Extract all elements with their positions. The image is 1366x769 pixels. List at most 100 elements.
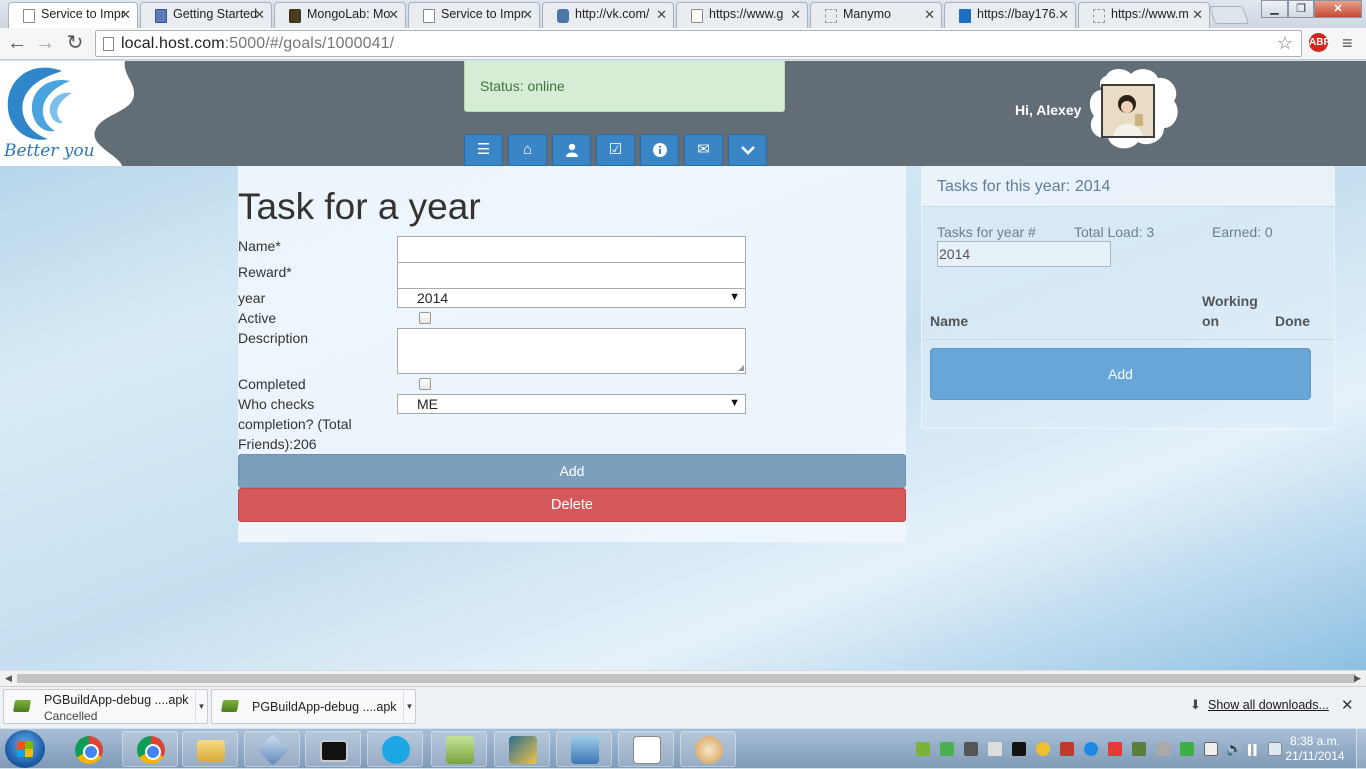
forward-icon[interactable]: →: [33, 32, 57, 56]
year-select[interactable]: 2014 ▼: [397, 288, 746, 308]
name-label: Name*: [238, 238, 281, 254]
chrome-menu-icon[interactable]: ≡: [1342, 34, 1353, 52]
scrollbar-thumb[interactable]: [17, 674, 1356, 683]
tab-close-icon[interactable]: ✕: [1058, 7, 1069, 23]
name-input[interactable]: [397, 236, 746, 263]
clock-time: 8:38 a.m.: [1289, 734, 1341, 748]
browser-tab[interactable]: https://bay176. ✕: [944, 2, 1076, 28]
browser-tab[interactable]: Manymo ✕: [810, 2, 942, 28]
taskbar-app[interactable]: [494, 731, 550, 767]
downloads-shelf: PGBuildApp-debug ....apk Cancelled ▼ PGB…: [0, 686, 1366, 728]
bookmark-star-icon[interactable]: ☆: [1277, 33, 1293, 54]
maximize-button[interactable]: ❐: [1288, 0, 1314, 18]
clock[interactable]: 8:38 a.m. 21/11/2014: [1280, 734, 1350, 764]
browser-tab[interactable]: MongoLab: Mo ✕: [274, 2, 406, 28]
back-icon[interactable]: ←: [5, 32, 29, 56]
taskbar-chrome-active[interactable]: [122, 731, 178, 767]
tab-label: Manymo: [843, 7, 891, 21]
show-all-downloads-link[interactable]: Show all downloads...: [1208, 698, 1329, 712]
taskbar-skype[interactable]: [367, 731, 423, 767]
close-shelf-icon[interactable]: ✕: [1341, 696, 1354, 714]
tab-close-icon[interactable]: ✕: [924, 7, 935, 23]
add-task-button[interactable]: Add: [930, 348, 1311, 400]
chevron-down-icon[interactable]: ▼: [195, 690, 207, 723]
tab-label: Getting Started: [173, 7, 258, 21]
info-icon[interactable]: [640, 134, 679, 166]
taskbar-virtualbox[interactable]: [244, 731, 300, 767]
windows-logo-icon-lower: [17, 749, 33, 757]
close-window-button[interactable]: ✕: [1314, 0, 1362, 18]
tab-close-icon[interactable]: ✕: [656, 7, 667, 23]
start-button[interactable]: [5, 730, 45, 768]
scroll-left-icon[interactable]: ◀: [5, 673, 12, 684]
description-textarea[interactable]: ◢: [397, 328, 746, 374]
resize-grip-icon[interactable]: ◢: [738, 364, 744, 372]
active-checkbox[interactable]: [419, 312, 431, 324]
browser-tab[interactable]: Service to Impr ✕: [408, 2, 540, 28]
tab-close-icon[interactable]: ✕: [522, 7, 533, 23]
tray-icon[interactable]: [1108, 742, 1122, 756]
reward-input[interactable]: [397, 262, 746, 289]
download-item[interactable]: PGBuildApp-debug ....apk ▼: [211, 689, 416, 724]
tray-icon[interactable]: [1156, 742, 1170, 756]
show-desktop-button[interactable]: [1356, 729, 1366, 769]
minimize-button[interactable]: ▁: [1261, 0, 1288, 18]
tray-icon[interactable]: [964, 742, 978, 756]
delete-button[interactable]: Delete: [238, 488, 906, 522]
tab-close-icon[interactable]: ✕: [1192, 7, 1203, 23]
battery-icon[interactable]: [1204, 742, 1218, 756]
tab-close-icon[interactable]: ✕: [120, 7, 131, 23]
reload-icon[interactable]: ↻: [63, 32, 87, 56]
tab-label: MongoLab: Mo: [307, 7, 391, 21]
year-label: year: [238, 290, 266, 306]
avatar[interactable]: [1101, 84, 1155, 138]
logo-text: Better you: [4, 141, 95, 161]
utorrent-icon[interactable]: [940, 742, 954, 756]
taskbar-explorer[interactable]: [182, 731, 238, 767]
browser-tab[interactable]: Getting Started ✕: [140, 2, 272, 28]
completed-checkbox[interactable]: [419, 378, 431, 390]
tray-icon[interactable]: [988, 742, 1002, 756]
list-icon[interactable]: ☰: [464, 134, 503, 166]
browser-tab-active[interactable]: Service to Impr ✕: [8, 2, 138, 28]
taskbar-notepad[interactable]: [431, 731, 487, 767]
tray-icon[interactable]: [1132, 742, 1146, 756]
notification-icon[interactable]: [1036, 742, 1050, 756]
download-item[interactable]: PGBuildApp-debug ....apk Cancelled ▼: [3, 689, 208, 724]
apk-file-icon: [220, 700, 240, 712]
virtualbox-icon: [257, 734, 289, 766]
home-icon[interactable]: ⌂: [508, 134, 547, 166]
scroll-right-icon[interactable]: ▶: [1354, 673, 1361, 684]
address-bar[interactable]: local.host.com:5000/#/goals/1000041/ ☆: [95, 30, 1302, 57]
add-button[interactable]: Add: [238, 454, 906, 488]
tray-icon[interactable]: [1060, 742, 1074, 756]
taskbar-list-app[interactable]: [618, 731, 674, 767]
checker-select[interactable]: ME ▼: [397, 394, 746, 414]
chevron-down-icon[interactable]: [728, 134, 767, 166]
year-input[interactable]: 2014: [937, 241, 1111, 267]
adblock-icon[interactable]: ABP: [1309, 33, 1330, 52]
browser-tab[interactable]: http://vk.com/ ✕: [542, 2, 674, 28]
tray-icon[interactable]: [1012, 742, 1026, 756]
tray-app-icon[interactable]: [916, 742, 930, 756]
taskbar-cmd[interactable]: [305, 731, 361, 767]
chevron-down-icon[interactable]: ▼: [403, 690, 415, 723]
browser-tab[interactable]: https://www.m ✕: [1078, 2, 1210, 28]
taskbar-paint[interactable]: [680, 731, 736, 767]
network-icon[interactable]: [1248, 744, 1262, 756]
browser-tab[interactable]: https://www.g ✕: [676, 2, 808, 28]
tray-icon[interactable]: [1180, 742, 1194, 756]
apk-file-icon: [12, 700, 32, 712]
new-tab-button[interactable]: [1208, 6, 1250, 24]
tab-close-icon[interactable]: ✕: [790, 7, 801, 23]
taskbar-chrome[interactable]: [60, 731, 116, 767]
tab-close-icon[interactable]: ✕: [388, 7, 399, 23]
tab-close-icon[interactable]: ✕: [254, 7, 265, 23]
user-icon[interactable]: [552, 134, 591, 166]
horizontal-scrollbar[interactable]: ◀ ▶: [0, 670, 1366, 686]
mail-icon[interactable]: ✉: [684, 134, 723, 166]
tray-icon[interactable]: [1084, 742, 1098, 756]
volume-icon[interactable]: 🔊: [1226, 742, 1242, 756]
taskbar-remote-desktop[interactable]: [556, 731, 612, 767]
check-icon[interactable]: ☑: [596, 134, 635, 166]
